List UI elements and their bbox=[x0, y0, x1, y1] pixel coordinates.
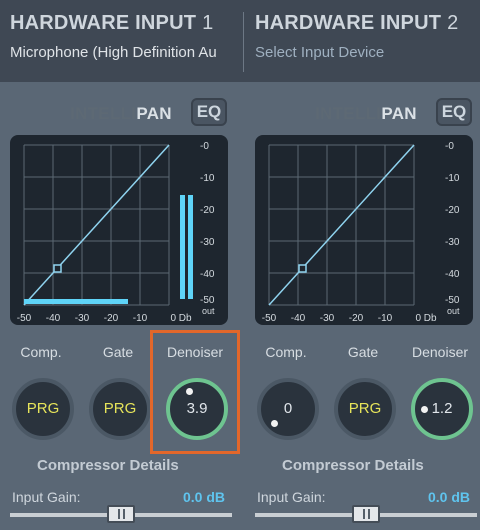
x-tick-label: 0 Db bbox=[415, 313, 437, 324]
transfer-curve bbox=[268, 144, 415, 306]
hardware-input-1-header[interactable]: HARDWARE INPUT 1 Microphone (High Definit… bbox=[0, 0, 243, 82]
x-tick-label: -20 bbox=[349, 313, 364, 324]
compressor-graph[interactable]: -0 -10 -20 -30 -40 -50 out -50 -40 -30 -… bbox=[255, 135, 473, 325]
x-tick-label: -30 bbox=[320, 313, 335, 324]
gate-label: Gate bbox=[102, 344, 134, 360]
y-tick-label: -20 bbox=[200, 205, 215, 216]
gate-label: Gate bbox=[347, 344, 379, 360]
threshold-handle[interactable] bbox=[53, 264, 62, 273]
input-gain-slider-handle[interactable] bbox=[107, 505, 135, 523]
denoiser-knob[interactable]: 1.2 bbox=[411, 378, 473, 440]
x-axis-labels: -50 -40 -30 -20 -10 0 Db bbox=[17, 313, 192, 324]
output-meter-left bbox=[180, 195, 185, 299]
compressor-details-heading[interactable]: Compressor Details bbox=[282, 457, 424, 474]
comp-knob-value: PRG bbox=[26, 400, 60, 417]
gate-knob[interactable]: PRG bbox=[89, 378, 151, 440]
y-axis-labels: -0 -10 -20 -30 -40 -50 out bbox=[445, 141, 460, 316]
threshold-handle[interactable] bbox=[298, 264, 307, 273]
input-level-meter bbox=[24, 299, 128, 304]
x-tick-label: -50 bbox=[262, 313, 277, 324]
x-tick-label: 0 Db bbox=[170, 313, 192, 324]
y-tick-label: -30 bbox=[200, 237, 215, 248]
hardware-input-1-title: HARDWARE INPUT 1 bbox=[10, 12, 214, 34]
hardware-input-2-title: HARDWARE INPUT 2 bbox=[255, 12, 459, 34]
input-2-device-select[interactable]: Select Input Device bbox=[255, 44, 384, 61]
denoiser-label: Denoiser bbox=[411, 344, 469, 360]
input-gain-value: 0.0 dB bbox=[183, 489, 226, 505]
y-tick-label: -50 bbox=[200, 295, 215, 306]
input-gain-label: Input Gain: bbox=[12, 489, 81, 505]
x-tick-label: -40 bbox=[291, 313, 306, 324]
denoiser-highlight-box bbox=[150, 330, 240, 454]
header-divider bbox=[243, 12, 244, 72]
y-out-label: out bbox=[202, 306, 215, 316]
y-tick-label: -0 bbox=[445, 141, 454, 152]
x-tick-label: -10 bbox=[133, 313, 148, 324]
compressor-details-heading[interactable]: Compressor Details bbox=[37, 457, 179, 474]
y-tick-label: -40 bbox=[200, 269, 215, 280]
y-tick-label: -40 bbox=[445, 269, 460, 280]
y-axis-labels: -0 -10 -20 -30 -40 -50 out bbox=[200, 141, 215, 316]
comp-knob[interactable]: 0 bbox=[257, 378, 319, 440]
y-tick-label: -20 bbox=[445, 205, 460, 216]
gate-knob-value: PRG bbox=[103, 400, 137, 417]
y-tick-label: -10 bbox=[200, 173, 215, 184]
x-tick-label: -50 bbox=[17, 313, 32, 324]
header-bar: HARDWARE INPUT 1 Microphone (High Definit… bbox=[0, 0, 480, 82]
x-tick-label: -40 bbox=[46, 313, 61, 324]
gate-knob-value: PRG bbox=[348, 400, 382, 417]
denoiser-knob-value: 1.2 bbox=[431, 400, 453, 417]
y-tick-label: -30 bbox=[445, 237, 460, 248]
y-out-label: out bbox=[447, 306, 460, 316]
x-tick-label: -10 bbox=[378, 313, 393, 324]
gate-knob[interactable]: PRG bbox=[334, 378, 396, 440]
comp-label: Comp. bbox=[20, 344, 62, 360]
comp-label: Comp. bbox=[265, 344, 307, 360]
x-axis-labels: -50 -40 -30 -20 -10 0 Db bbox=[262, 313, 437, 324]
compressor-graph[interactable]: -0 -10 -20 -30 -40 -50 out -50 -40 -30 -… bbox=[10, 135, 228, 325]
x-tick-label: -20 bbox=[104, 313, 119, 324]
y-tick-label: -50 bbox=[445, 295, 460, 306]
y-tick-label: -0 bbox=[200, 141, 209, 152]
hardware-input-2-header[interactable]: HARDWARE INPUT 2 Select Input Device bbox=[245, 0, 480, 82]
eq-button[interactable]: EQ bbox=[191, 98, 227, 126]
input-1-device-select[interactable]: Microphone (High Definition Au bbox=[10, 44, 232, 61]
intellipan-button[interactable]: INTELLIPAN bbox=[70, 104, 172, 124]
comp-knob-value: 0 bbox=[283, 400, 293, 417]
comp-knob[interactable]: PRG bbox=[12, 378, 74, 440]
input-gain-slider-handle[interactable] bbox=[352, 505, 380, 523]
x-tick-label: -30 bbox=[75, 313, 90, 324]
input-gain-value: 0.0 dB bbox=[428, 489, 471, 505]
transfer-curve bbox=[23, 144, 170, 306]
output-meter-right bbox=[188, 195, 193, 299]
eq-button[interactable]: EQ bbox=[436, 98, 472, 126]
input-gain-label: Input Gain: bbox=[257, 489, 326, 505]
y-tick-label: -10 bbox=[445, 173, 460, 184]
intellipan-button[interactable]: INTELLIPAN bbox=[315, 104, 417, 124]
